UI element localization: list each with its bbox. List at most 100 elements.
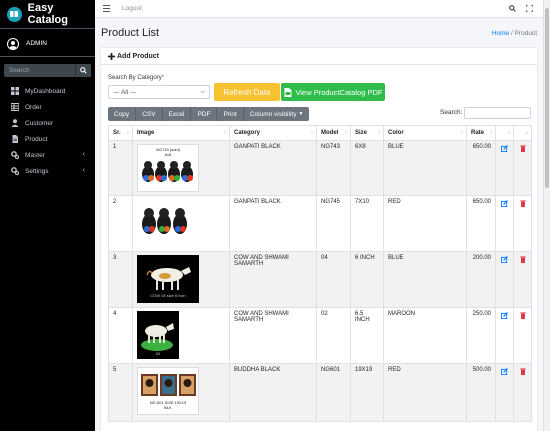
print-button[interactable]: Print xyxy=(217,107,244,121)
cell-image: NG743 (sold) 6x8 xyxy=(132,140,230,196)
column-header-sr[interactable]: Sr. ↑↓ xyxy=(108,125,133,141)
trash-icon[interactable] xyxy=(519,145,526,152)
cell-image xyxy=(132,195,230,252)
cell-model: NG601 xyxy=(316,363,351,422)
pdf-button[interactable]: PDF xyxy=(191,107,218,121)
trash-icon[interactable] xyxy=(519,312,526,319)
column-header-label: Image xyxy=(137,130,155,136)
product-image[interactable] xyxy=(137,199,199,247)
sidebar-search-input[interactable] xyxy=(4,64,75,77)
user-avatar-icon xyxy=(7,37,19,50)
csv-button[interactable]: CSV xyxy=(136,107,163,121)
search-icon[interactable] xyxy=(509,5,516,12)
sidebar-item-label: Order xyxy=(25,103,42,111)
column-header-delete[interactable]: ↑↓ xyxy=(513,125,532,141)
cell-color: RED xyxy=(383,363,467,422)
cell-image: NG 601 SIZE 19X19 BLK xyxy=(132,363,230,422)
gears-icon xyxy=(11,151,19,159)
sidebar-item-order[interactable]: Order xyxy=(0,99,95,115)
cell-rate: 650.00 xyxy=(466,195,496,252)
sidebar-search-button[interactable] xyxy=(75,64,91,77)
column-header-edit[interactable]: ↑↓ xyxy=(495,125,514,141)
column-header-color[interactable]: Color ↑↓ xyxy=(383,125,467,141)
caret-down-icon: ▼ xyxy=(298,111,304,117)
product-image[interactable]: 02 xyxy=(137,311,179,359)
search-icon xyxy=(80,67,87,74)
sidebar-item-settings[interactable]: Settings ‹ xyxy=(0,163,95,179)
table-row: 3 COW 04 size 6 inch COW AND SHWAMI SAMA… xyxy=(108,251,532,308)
column-header-size[interactable]: Size ↑↓ xyxy=(350,125,384,141)
column-visibility-label: Column visibility xyxy=(249,110,297,118)
cell-category: BUDDHA BLACK xyxy=(229,363,317,422)
logout-link[interactable]: Logout xyxy=(122,5,142,12)
column-header-category[interactable]: Category ↑↓ xyxy=(229,125,317,141)
page-scrollbar[interactable] xyxy=(543,0,550,431)
cell-delete xyxy=(513,140,532,196)
category-select[interactable]: --- All --- ⌵ xyxy=(108,85,210,99)
cell-edit xyxy=(495,307,514,364)
top-navbar: Logout xyxy=(95,0,543,18)
cell-delete xyxy=(513,363,532,422)
edit-icon[interactable] xyxy=(501,312,508,319)
chevron-left-icon: ‹ xyxy=(82,167,85,174)
cell-delete xyxy=(513,251,532,308)
edit-icon[interactable] xyxy=(501,145,508,152)
add-product-button[interactable]: Add Product xyxy=(101,48,537,65)
cell-color: BLUE xyxy=(383,140,467,196)
product-image[interactable]: NG743 (sold) 6x8 xyxy=(137,144,199,192)
fullscreen-icon[interactable] xyxy=(526,5,533,12)
table-search-input[interactable] xyxy=(464,107,531,119)
brand-name: Easy Catalog xyxy=(27,2,68,26)
export-buttons: Copy CSV Excel PDF Print Column visibili… xyxy=(108,107,310,121)
user-panel[interactable]: ADMIN xyxy=(0,31,95,57)
column-header-image[interactable]: Image ↑↓ xyxy=(132,125,230,141)
refresh-data-button[interactable]: Refresh Data xyxy=(214,83,280,101)
cell-edit xyxy=(495,363,514,422)
cell-edit xyxy=(495,195,514,252)
copy-button[interactable]: Copy xyxy=(108,107,137,121)
sidebar-item-dashboard[interactable]: MyDashboard xyxy=(0,83,95,99)
sort-icon: ↑↓ xyxy=(126,130,130,136)
sort-icon: ↑↓ xyxy=(489,130,493,136)
cell-color: BLUE xyxy=(383,251,467,308)
breadcrumb: Home / Product xyxy=(492,30,537,37)
column-header-label: Sr. xyxy=(113,130,121,136)
sidebar-item-product[interactable]: Product xyxy=(0,131,95,147)
view-catalog-pdf-button[interactable]: View ProductCatalog PDF xyxy=(281,83,385,101)
trash-icon[interactable] xyxy=(519,256,526,263)
sidebar-item-customer[interactable]: Customer xyxy=(0,115,95,131)
trash-icon[interactable] xyxy=(519,368,526,375)
sidebar-item-label: Product xyxy=(25,135,48,143)
excel-button[interactable]: Excel xyxy=(162,107,192,121)
brand-logo-icon xyxy=(7,6,22,22)
edit-icon[interactable] xyxy=(501,256,508,263)
column-visibility-button[interactable]: Column visibility ▼ xyxy=(243,107,310,121)
menu-toggle-icon[interactable] xyxy=(103,5,110,12)
product-image[interactable]: NG 601 SIZE 19X19 BLK xyxy=(137,367,199,415)
breadcrumb-home-link[interactable]: Home xyxy=(492,30,509,37)
product-image[interactable]: COW 04 size 6 inch xyxy=(137,255,199,303)
cell-sr: 1 xyxy=(108,140,133,196)
sidebar-item-master[interactable]: Master ‹ xyxy=(0,147,95,163)
cell-model: 04 xyxy=(316,251,351,308)
sort-icon: ↑↓ xyxy=(310,130,314,136)
breadcrumb-separator: / xyxy=(510,30,513,37)
ganpati-idols-image xyxy=(142,161,193,182)
cell-category: GANPATI BLACK xyxy=(229,140,317,196)
sidebar-item-label: Master xyxy=(25,151,45,159)
brand[interactable]: Easy Catalog xyxy=(0,0,95,29)
pdf-button-label: View ProductCatalog PDF xyxy=(295,87,383,97)
dashboard-icon xyxy=(11,87,19,95)
trash-icon[interactable] xyxy=(519,200,526,207)
cell-model: NG743 xyxy=(316,140,351,196)
gears-icon xyxy=(11,167,19,175)
cell-image: 02 xyxy=(132,307,230,364)
category-select-value: --- All --- xyxy=(113,88,137,96)
product-card: Add Product Search By Category* --- All … xyxy=(101,48,537,431)
column-header-rate[interactable]: Rate ↑↓ xyxy=(466,125,496,141)
edit-icon[interactable] xyxy=(501,200,508,207)
edit-icon[interactable] xyxy=(501,368,508,375)
cell-size: 6X8 xyxy=(350,140,384,196)
column-header-model[interactable]: Model ↑↓ xyxy=(316,125,351,141)
sidebar: Easy Catalog ADMIN MyDashboard Order Cus… xyxy=(0,0,95,431)
